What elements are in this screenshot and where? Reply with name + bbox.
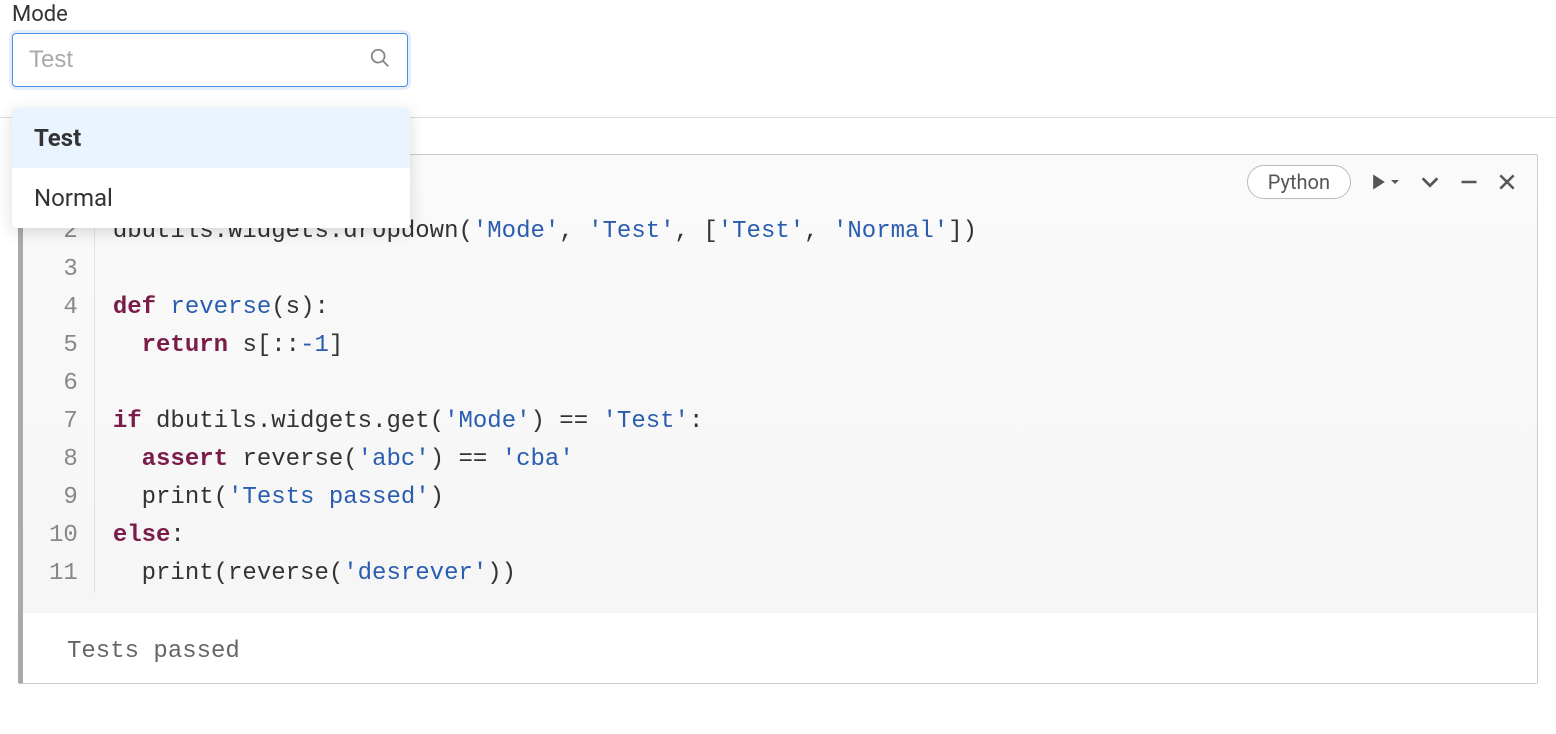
search-icon bbox=[369, 47, 391, 73]
code-line[interactable]: else: bbox=[113, 517, 977, 555]
code-line[interactable]: print(reverse('desrever')) bbox=[113, 555, 977, 593]
widget-label: Mode bbox=[12, 0, 1544, 27]
line-number: 5 bbox=[49, 327, 78, 365]
code-line[interactable]: print('Tests passed') bbox=[113, 479, 977, 517]
code-line[interactable]: if dbutils.widgets.get('Mode') == 'Test'… bbox=[113, 403, 977, 441]
code-line[interactable] bbox=[113, 365, 977, 403]
code-line[interactable]: assert reverse('abc') == 'cba' bbox=[113, 441, 977, 479]
code-line[interactable] bbox=[113, 251, 977, 289]
chevron-down-icon[interactable] bbox=[1419, 171, 1441, 193]
line-number: 6 bbox=[49, 365, 78, 403]
code-cell: Python 234567891011 dbutils.widgets.drop… bbox=[18, 154, 1538, 684]
line-number: 7 bbox=[49, 403, 78, 441]
dropdown-option-test[interactable]: Test bbox=[12, 108, 410, 168]
widget-panel: Mode TestNormal bbox=[0, 0, 1556, 87]
run-button[interactable] bbox=[1369, 172, 1401, 192]
close-icon[interactable] bbox=[1497, 172, 1517, 192]
mode-dropdown-menu: TestNormal bbox=[12, 108, 410, 228]
line-number: 10 bbox=[49, 517, 78, 555]
mode-search-input[interactable] bbox=[29, 46, 369, 74]
mode-dropdown-input[interactable] bbox=[12, 33, 408, 87]
line-number: 9 bbox=[49, 479, 78, 517]
line-number: 8 bbox=[49, 441, 78, 479]
code-line[interactable]: return s[::-1] bbox=[113, 327, 977, 365]
code-line[interactable]: def reverse(s): bbox=[113, 289, 977, 327]
line-number: 3 bbox=[49, 251, 78, 289]
minimize-icon[interactable] bbox=[1459, 172, 1479, 192]
dropdown-option-normal[interactable]: Normal bbox=[12, 168, 410, 228]
cell-output: Tests passed bbox=[23, 613, 1537, 683]
code-editor[interactable]: 234567891011 dbutils.widgets.dropdown('M… bbox=[23, 199, 1537, 613]
line-number: 11 bbox=[49, 555, 78, 593]
language-pill[interactable]: Python bbox=[1247, 165, 1351, 199]
line-gutter: 234567891011 bbox=[23, 213, 95, 593]
code-content[interactable]: dbutils.widgets.dropdown('Mode', 'Test',… bbox=[95, 213, 977, 593]
line-number: 4 bbox=[49, 289, 78, 327]
